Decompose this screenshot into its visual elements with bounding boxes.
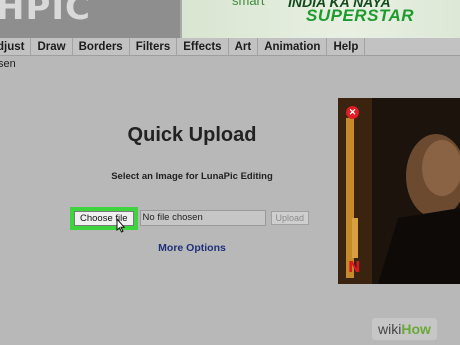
wikihow-watermark: wikiHow [372,318,437,340]
watermark-suffix: How [401,321,431,337]
choose-file-highlight: Choose file [70,206,138,230]
menu-item-adjust[interactable]: djust [0,37,32,56]
ad-small-text: smart [232,0,265,8]
video-ad[interactable]: ✕ N [338,98,460,284]
ad-line-2: SUPERSTAR [306,6,415,25]
video-thumbnail [338,98,460,284]
site-logo[interactable]: HPIC [0,0,180,38]
upload-subtitle: Select an Image for LunaPic Editing [111,171,273,182]
watermark-prefix: wiki [378,321,402,337]
status-text: sen [0,58,16,70]
menu-item-borders[interactable]: Borders [73,37,130,56]
menu-item-effects[interactable]: Effects [177,37,229,56]
menu-item-animation[interactable]: Animation [258,37,328,56]
logo-text: HPIC [0,0,91,28]
header: HPIC smart INDIA KA NAYA SUPERSTAR [0,0,460,38]
menu-item-filters[interactable]: Filters [130,37,178,56]
upload-button[interactable]: Upload [270,211,310,225]
close-icon[interactable]: ✕ [346,106,359,119]
file-name-display: No file chosen [139,210,266,226]
page-title: Quick Upload [127,124,257,146]
netflix-logo: N [348,258,361,276]
file-input-row: Choose file No file chosen Upload [70,206,310,230]
menu-item-help[interactable]: Help [327,37,366,56]
menu-bar: djust Draw Borders Filters Effects Art A… [0,37,460,56]
ad-banner[interactable]: smart INDIA KA NAYA SUPERSTAR [182,0,460,38]
mouse-cursor-icon [116,218,126,233]
more-options-link[interactable]: More Options [40,242,344,254]
menu-item-art[interactable]: Art [229,37,259,56]
menu-item-draw[interactable]: Draw [31,37,73,56]
